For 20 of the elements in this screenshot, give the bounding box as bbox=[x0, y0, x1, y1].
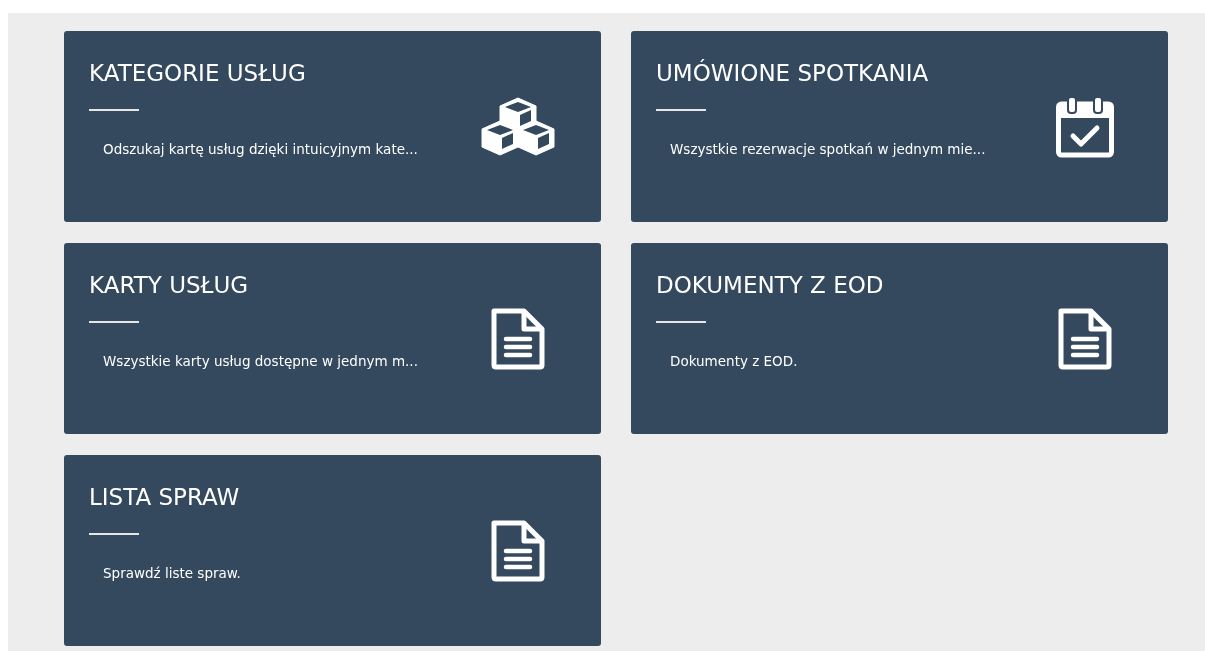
document-icon bbox=[491, 519, 545, 582]
tile-description: Wszystkie karty usług dostępne w jednym m... bbox=[102, 353, 419, 369]
tile-title: LISTA SPRAW bbox=[89, 483, 241, 512]
tile-card[interactable]: KATEGORIE USŁUG Odszukaj kartę usług dzięki intuicyjnym kate... bbox=[64, 31, 601, 222]
tile-title: DOKUMENTY Z EOD bbox=[656, 271, 885, 300]
tile-description: Wszystkie rezerwacje spotkań w jednym mie... bbox=[669, 141, 987, 157]
cubes-icon bbox=[481, 95, 555, 158]
tile-card[interactable]: UMÓWIONE SPOTKANIA Wszystkie rezerwacje spotkań w jednym mie... bbox=[631, 31, 1168, 222]
tile-card[interactable]: LISTA SPRAW Sprawdź liste spraw. bbox=[64, 455, 601, 646]
tile-title: KATEGORIE USŁUG bbox=[89, 59, 307, 88]
tile-description: Odszukaj kartę usług dzięki intuicyjnym kate... bbox=[102, 141, 419, 157]
document-icon bbox=[1058, 307, 1112, 370]
tile-title: KARTY USŁUG bbox=[89, 271, 250, 300]
tile-card[interactable]: KARTY USŁUG Wszystkie karty usług dostępne w jednym m... bbox=[64, 243, 601, 434]
calendar-check-icon bbox=[1056, 95, 1114, 158]
tile-description: Sprawdź liste spraw. bbox=[102, 565, 242, 581]
tile-description: Dokumenty z EOD. bbox=[669, 353, 799, 369]
document-icon bbox=[491, 307, 545, 370]
tile-title: UMÓWIONE SPOTKANIA bbox=[656, 58, 930, 88]
tile-card[interactable]: DOKUMENTY Z EOD Dokumenty z EOD. bbox=[631, 243, 1168, 434]
